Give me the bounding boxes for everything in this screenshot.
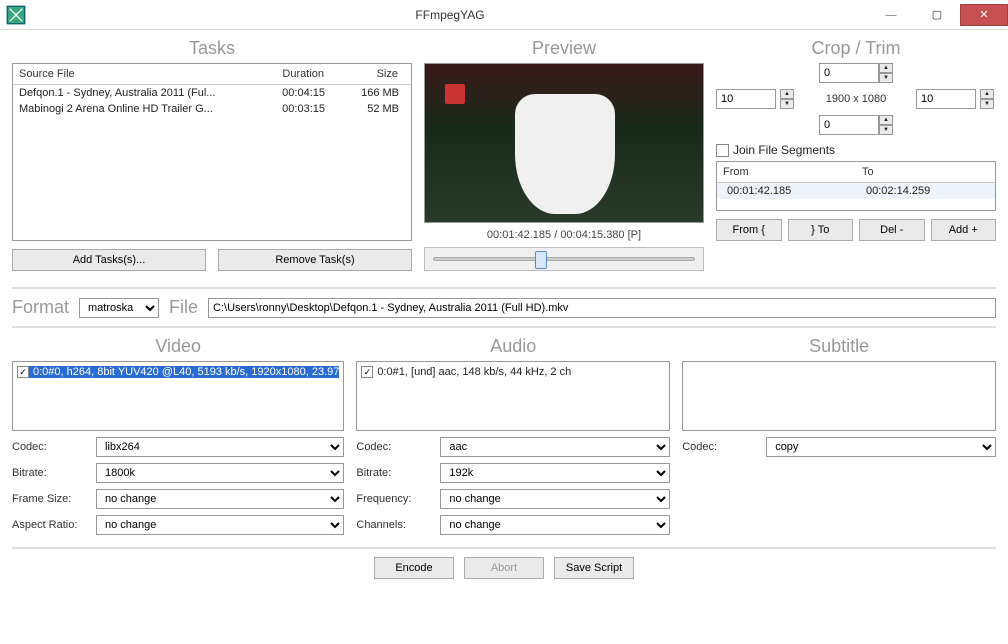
audio-channels-label: Channels: — [356, 519, 432, 531]
subtitle-codec-select[interactable]: copy — [766, 437, 996, 457]
table-row[interactable]: Defqon.1 - Sydney, Australia 2011 (Ful..… — [13, 85, 411, 101]
file-label: File — [169, 297, 198, 318]
maximize-button[interactable]: ▢ — [914, 4, 960, 26]
segment-row[interactable]: 00:01:42.185 00:02:14.259 — [717, 183, 995, 199]
add-button[interactable]: Add + — [931, 219, 997, 241]
video-codec-label: Codec: — [12, 441, 88, 453]
video-bitrate-select[interactable]: 1800k — [96, 463, 344, 483]
subtitle-codec-label: Codec: — [682, 441, 758, 453]
join-segments-label: Join File Segments — [733, 143, 835, 157]
add-tasks-button[interactable]: Add Tasks(s)... — [12, 249, 206, 271]
format-label: Format — [12, 297, 69, 318]
crop-top[interactable] — [819, 63, 879, 83]
video-aspect-select[interactable]: no change — [96, 515, 344, 535]
audio-stream-list[interactable]: ✓ 0:0#1, [und] aac, 148 kb/s, 44 kHz, 2 … — [356, 361, 670, 431]
file-input[interactable] — [208, 298, 996, 318]
audio-bitrate-select[interactable]: 192k — [440, 463, 670, 483]
crop-right[interactable] — [916, 89, 976, 109]
crop-bottom-spin[interactable]: ▲▼ — [879, 115, 893, 135]
encode-button[interactable]: Encode — [374, 557, 454, 579]
video-aspect-label: Aspect Ratio: — [12, 519, 88, 531]
crop-left-spin[interactable]: ▲▼ — [780, 89, 796, 109]
crop-top-spin[interactable]: ▲▼ — [879, 63, 893, 83]
join-segments-checkbox[interactable] — [716, 144, 729, 157]
th-source[interactable]: Source File — [13, 64, 251, 84]
subtitle-stream-list[interactable] — [682, 361, 996, 431]
tasks-table[interactable]: Source File Duration Size Defqon.1 - Syd… — [12, 63, 412, 241]
subtitle-title: Subtitle — [682, 336, 996, 357]
video-stream-item[interactable]: ✓ 0:0#0, h264, 8bit YUV420 @L40, 5193 kb… — [17, 366, 339, 378]
audio-channels-select[interactable]: no change — [440, 515, 670, 535]
video-codec-select[interactable]: libx264 — [96, 437, 344, 457]
titlebar: FFmpegYAG — ▢ ✕ — [0, 0, 1008, 30]
save-script-button[interactable]: Save Script — [554, 557, 634, 579]
audio-stream-item[interactable]: ✓ 0:0#1, [und] aac, 148 kb/s, 44 kHz, 2 … — [361, 366, 665, 378]
preview-frame[interactable] — [424, 63, 704, 223]
th-to[interactable]: To — [856, 162, 995, 182]
video-stream-list[interactable]: ✓ 0:0#0, h264, 8bit YUV420 @L40, 5193 kb… — [12, 361, 344, 431]
th-size[interactable]: Size — [331, 64, 411, 84]
audio-codec-select[interactable]: aac — [440, 437, 670, 457]
segments-table[interactable]: From To 00:01:42.185 00:02:14.259 — [716, 161, 996, 211]
video-stream-checkbox[interactable]: ✓ — [17, 366, 29, 378]
th-duration[interactable]: Duration — [251, 64, 331, 84]
preview-title: Preview — [424, 38, 704, 59]
video-framesize-select[interactable]: no change — [96, 489, 344, 509]
table-row[interactable]: Mabinogi 2 Arena Online HD Trailer G... … — [13, 101, 411, 117]
format-select[interactable]: matroska — [79, 298, 159, 318]
slider-thumb[interactable] — [535, 251, 547, 269]
crop-right-spin[interactable]: ▲▼ — [980, 89, 996, 109]
to-button[interactable]: } To — [788, 219, 854, 241]
crop-bottom[interactable] — [819, 115, 879, 135]
crop-dims: 1900 x 1080 — [800, 93, 912, 105]
audio-frequency-label: Frequency: — [356, 493, 432, 505]
remove-tasks-button[interactable]: Remove Task(s) — [218, 249, 412, 271]
video-framesize-label: Frame Size: — [12, 493, 88, 505]
audio-title: Audio — [356, 336, 670, 357]
audio-stream-checkbox[interactable]: ✓ — [361, 366, 373, 378]
app-icon — [6, 5, 26, 25]
close-button[interactable]: ✕ — [960, 4, 1008, 26]
minimize-button[interactable]: — — [868, 4, 914, 26]
seek-slider[interactable] — [424, 247, 704, 271]
audio-frequency-select[interactable]: no change — [440, 489, 670, 509]
from-button[interactable]: From { — [716, 219, 782, 241]
window-title: FFmpegYAG — [32, 8, 868, 22]
video-title: Video — [12, 336, 344, 357]
abort-button[interactable]: Abort — [464, 557, 544, 579]
video-bitrate-label: Bitrate: — [12, 467, 88, 479]
audio-bitrate-label: Bitrate: — [356, 467, 432, 479]
audio-codec-label: Codec: — [356, 441, 432, 453]
tasks-title: Tasks — [12, 38, 412, 59]
del-button[interactable]: Del - — [859, 219, 925, 241]
crop-title: Crop / Trim — [716, 38, 996, 59]
crop-left[interactable] — [716, 89, 776, 109]
th-from[interactable]: From — [717, 162, 856, 182]
preview-time: 00:01:42.185 / 00:04:15.380 [P] — [424, 229, 704, 241]
